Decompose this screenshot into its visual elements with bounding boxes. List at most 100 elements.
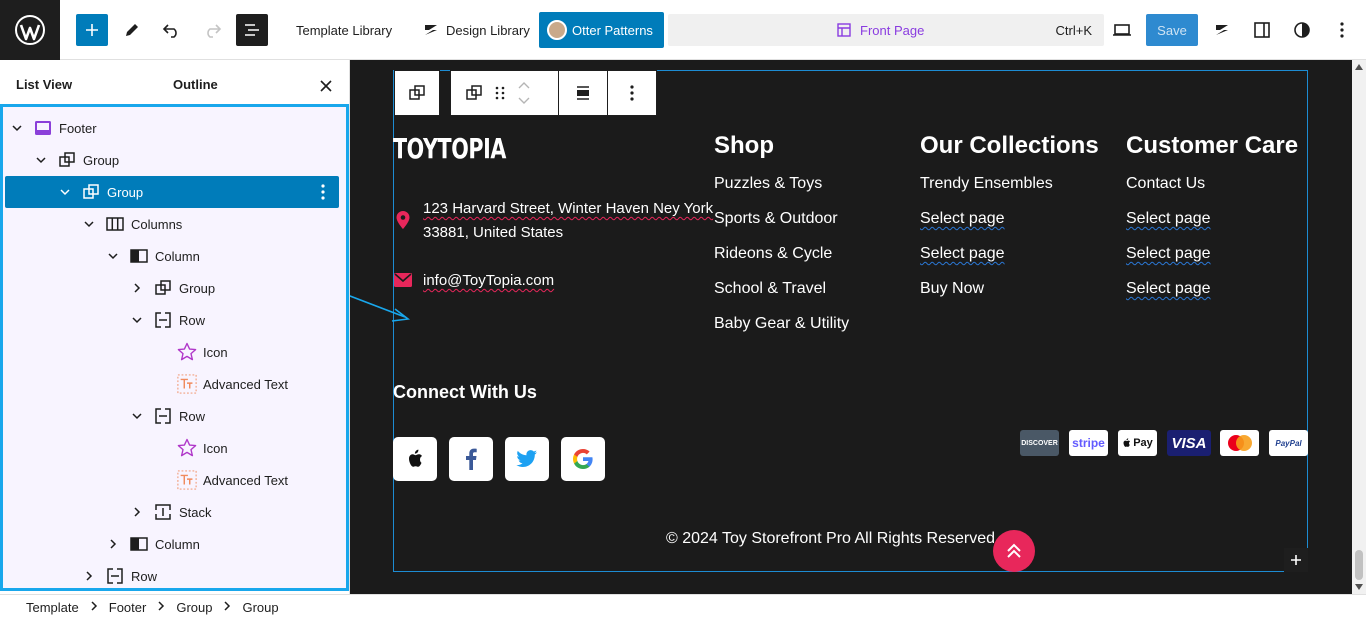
move-up-down-icon[interactable] xyxy=(517,79,531,107)
facebook-social-button[interactable] xyxy=(449,437,493,481)
tree-item-options-button[interactable] xyxy=(315,184,331,200)
block-type-controls[interactable] xyxy=(450,70,559,116)
parent-block-button[interactable] xyxy=(394,70,440,116)
tree-expander[interactable] xyxy=(107,250,119,262)
tree-item-group[interactable]: Group xyxy=(5,144,339,176)
tree-item-column[interactable]: Column xyxy=(5,240,339,272)
chevron-right-icon[interactable] xyxy=(131,282,143,294)
footer-link[interactable]: Baby Gear & Utility xyxy=(714,315,849,333)
google-social-button[interactable] xyxy=(561,437,605,481)
tree-expander[interactable] xyxy=(131,282,143,294)
tree-item-advanced-text[interactable]: Advanced Text xyxy=(5,464,339,496)
tree-expander[interactable] xyxy=(131,506,143,518)
tree-item-row[interactable]: Row xyxy=(5,400,339,432)
chevron-down-icon[interactable] xyxy=(107,250,119,262)
chevron-right-icon[interactable] xyxy=(107,538,119,550)
list-view-icon xyxy=(245,24,259,36)
contrast-icon xyxy=(1294,22,1310,38)
footer-link[interactable]: Contact Us xyxy=(1126,175,1205,193)
footer-link[interactable]: Trendy Ensembles xyxy=(920,175,1053,193)
tree-item-label: Row xyxy=(179,312,206,328)
scroll-to-top-button[interactable] xyxy=(993,530,1035,572)
tree-item-footer[interactable]: Footer xyxy=(5,112,339,144)
block-inserter-button[interactable] xyxy=(76,14,108,46)
tab-list-view[interactable]: List View xyxy=(16,60,72,108)
tree-expander[interactable] xyxy=(11,122,23,134)
canvas-scrollbar[interactable] xyxy=(1352,60,1366,594)
tree-item-column[interactable]: Column xyxy=(5,528,339,560)
footer-link[interactable]: School & Travel xyxy=(714,280,826,298)
tree-item-row[interactable]: Row xyxy=(5,560,339,592)
template-library-button[interactable]: Template Library xyxy=(296,14,392,46)
align-button[interactable] xyxy=(558,70,608,116)
email-link[interactable]: info@ToyTopia.com xyxy=(423,272,554,289)
tree-item-group[interactable]: Group xyxy=(5,176,339,208)
drag-handle-icon[interactable] xyxy=(495,85,505,101)
more-vertical-icon xyxy=(321,184,325,200)
copyright-text: © 2024 Toy Storefront Pro All Rights Res… xyxy=(666,530,1000,547)
design-library-button[interactable]: Design Library xyxy=(422,14,530,46)
block-options-button[interactable] xyxy=(607,70,657,116)
tree-item-icon xyxy=(153,502,173,522)
footer-link[interactable]: Buy Now xyxy=(920,280,984,298)
tree-item-columns[interactable]: Columns xyxy=(5,208,339,240)
footer-link[interactable]: Rideons & Cycle xyxy=(714,245,832,263)
facebook-icon xyxy=(466,448,477,470)
preview-button[interactable] xyxy=(1108,14,1136,46)
breadcrumb-item[interactable]: Group xyxy=(176,600,212,615)
tree-item-group[interactable]: Group xyxy=(5,272,339,304)
footer-link[interactable]: Select page xyxy=(1126,280,1211,298)
editor-canvas[interactable]: TOYTOPIA 123 Harvard Street, Winter Have… xyxy=(350,60,1352,594)
chevron-down-icon[interactable] xyxy=(83,218,95,230)
tree-item-icon[interactable]: Icon xyxy=(5,336,339,368)
scroll-up-icon[interactable] xyxy=(1355,64,1363,70)
footer-link[interactable]: Puzzles & Toys xyxy=(714,175,822,193)
save-button[interactable]: Save xyxy=(1146,14,1198,46)
apple-social-button[interactable] xyxy=(393,437,437,481)
document-overview-button[interactable] xyxy=(236,14,268,46)
styles-library-button[interactable] xyxy=(1208,14,1236,46)
wordpress-logo-button[interactable] xyxy=(0,0,60,60)
breadcrumb-item[interactable]: Template xyxy=(26,600,79,615)
tree-expander[interactable] xyxy=(107,538,119,550)
footer-link[interactable]: Sports & Outdoor xyxy=(714,210,838,228)
options-button[interactable] xyxy=(1330,14,1354,46)
tree-expander[interactable] xyxy=(35,154,47,166)
tree-expander[interactable] xyxy=(83,218,95,230)
email-text[interactable]: info@ToyTopia.com xyxy=(423,272,554,289)
footer-link[interactable]: Select page xyxy=(1126,210,1211,228)
settings-sidebar-button[interactable] xyxy=(1248,14,1276,46)
add-block-button[interactable] xyxy=(1284,548,1308,572)
tools-button[interactable] xyxy=(118,14,146,46)
chevron-down-icon[interactable] xyxy=(131,410,143,422)
tree-item-icon[interactable]: Icon xyxy=(5,432,339,464)
footer-link[interactable]: Select page xyxy=(920,245,1005,263)
chevron-right-icon[interactable] xyxy=(131,506,143,518)
chevron-down-icon[interactable] xyxy=(59,186,71,198)
twitter-social-button[interactable] xyxy=(505,437,549,481)
tree-expander[interactable] xyxy=(83,570,95,582)
scrollbar-thumb[interactable] xyxy=(1355,550,1363,580)
tree-item-stack[interactable]: Stack xyxy=(5,496,339,528)
breadcrumb-item[interactable]: Footer xyxy=(109,600,147,615)
tree-expander[interactable] xyxy=(59,186,71,198)
redo-button[interactable] xyxy=(198,14,226,46)
tree-item-advanced-text[interactable]: Advanced Text xyxy=(5,368,339,400)
chevron-down-icon[interactable] xyxy=(11,122,23,134)
otter-patterns-button[interactable]: Otter Patterns xyxy=(539,12,664,48)
scroll-down-icon[interactable] xyxy=(1355,584,1363,590)
tree-expander[interactable] xyxy=(131,410,143,422)
chevron-down-icon[interactable] xyxy=(35,154,47,166)
tree-expander[interactable] xyxy=(131,314,143,326)
breadcrumb-item[interactable]: Group xyxy=(242,600,278,615)
undo-button[interactable] xyxy=(158,14,186,46)
chevron-right-icon[interactable] xyxy=(83,570,95,582)
close-panel-button[interactable] xyxy=(314,74,338,98)
command-palette-bar[interactable]: Front Page Ctrl+K xyxy=(668,14,1104,46)
chevron-down-icon[interactable] xyxy=(131,314,143,326)
footer-link[interactable]: Select page xyxy=(1126,245,1211,263)
footer-link[interactable]: Select page xyxy=(920,210,1005,228)
styles-button[interactable] xyxy=(1288,14,1316,46)
tree-item-row[interactable]: Row xyxy=(5,304,339,336)
tab-outline[interactable]: Outline xyxy=(173,60,218,108)
